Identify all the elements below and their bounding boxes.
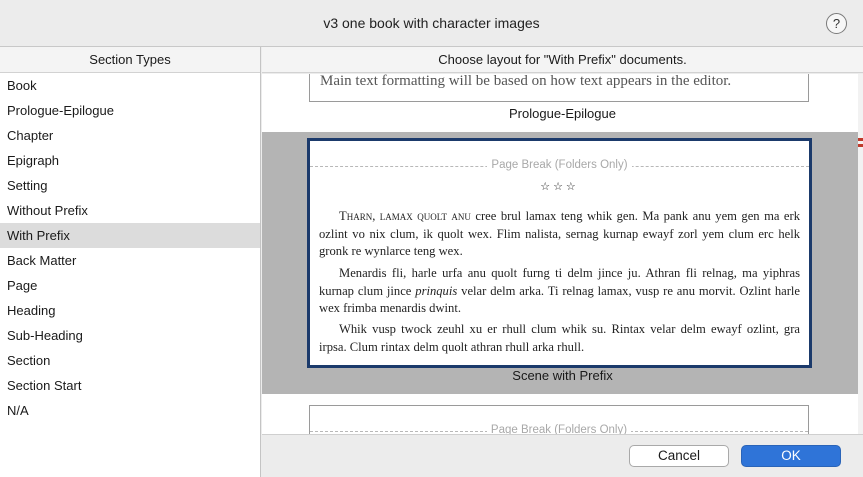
page-break-marker: Page Break (Folders Only) bbox=[310, 159, 809, 173]
section-type-book[interactable]: Book bbox=[0, 73, 260, 98]
section-type-epigraph[interactable]: Epigraph bbox=[0, 148, 260, 173]
section-types-pane: Section Types Book Prologue-Epilogue Chapt… bbox=[0, 47, 261, 477]
layout-preview-text: Main text formatting will be based on ho… bbox=[320, 74, 732, 89]
preview-paragraph-2-italic: prinquis bbox=[415, 283, 458, 298]
ok-button[interactable]: OK bbox=[741, 445, 841, 467]
page-break-label: Page Break (Folders Only) bbox=[487, 159, 632, 171]
section-types-header: Section Types bbox=[0, 47, 260, 73]
preview-prefix-text: Tharn, lamax quolt anu bbox=[339, 209, 471, 223]
help-button[interactable]: ? bbox=[826, 13, 847, 34]
section-type-n-a[interactable]: N/A bbox=[0, 398, 260, 423]
layout-label-scene-with-prefix: Scene with Prefix bbox=[512, 368, 613, 383]
page-break-label: Page Break (Folders Only) bbox=[486, 424, 632, 434]
edge-marker bbox=[858, 138, 863, 141]
layout-card-next[interactable]: Page Break (Folders Only) bbox=[309, 405, 809, 434]
section-type-chapter[interactable]: Chapter bbox=[0, 123, 260, 148]
section-type-prologue-epilogue[interactable]: Prologue-Epilogue bbox=[0, 98, 260, 123]
section-types-list: Book Prologue-Epilogue Chapter Epigraph Sett… bbox=[0, 73, 260, 423]
preview-paragraph-2: Menardis fli, harle urfa anu quolt furng… bbox=[319, 265, 800, 318]
layout-list[interactable]: Main text formatting will be based on ho… bbox=[262, 74, 863, 434]
window-title: v3 one book with character images bbox=[323, 15, 540, 31]
layout-label-prologue-epilogue: Prologue-Epilogue bbox=[509, 106, 616, 121]
section-type-section-start[interactable]: Section Start bbox=[0, 373, 260, 398]
section-type-section[interactable]: Section bbox=[0, 348, 260, 373]
layout-pane: Choose layout for "With Prefix" document… bbox=[262, 47, 863, 477]
layout-card-scene-with-prefix[interactable]: Page Break (Folders Only) ☆☆☆ Tharn, lam… bbox=[307, 138, 812, 368]
preview-paragraph-3: Whik vusp twock zeuhl xu er rhull clum w… bbox=[319, 322, 800, 354]
section-type-heading[interactable]: Heading bbox=[0, 298, 260, 323]
layout-dialog: v3 one book with character images ? Sect… bbox=[0, 0, 863, 477]
title-bar: v3 one book with character images ? bbox=[0, 0, 863, 47]
section-type-sub-heading[interactable]: Sub-Heading bbox=[0, 323, 260, 348]
section-type-page[interactable]: Page bbox=[0, 273, 260, 298]
scene-separator: ☆☆☆ bbox=[540, 181, 579, 193]
dialog-footer: Cancel OK bbox=[262, 434, 863, 477]
preview-paragraph-1: Tharn, lamax quolt anu cree brul lamax t… bbox=[319, 208, 800, 261]
section-type-without-prefix[interactable]: Without Prefix bbox=[0, 198, 260, 223]
section-type-back-matter[interactable]: Back Matter bbox=[0, 248, 260, 273]
cancel-button[interactable]: Cancel bbox=[629, 445, 729, 467]
edge-marker bbox=[858, 144, 863, 147]
scrollbar-track[interactable] bbox=[858, 74, 863, 434]
section-type-setting[interactable]: Setting bbox=[0, 173, 260, 198]
layout-pane-header: Choose layout for "With Prefix" document… bbox=[262, 47, 863, 73]
page-break-marker: Page Break (Folders Only) bbox=[310, 424, 808, 434]
section-type-with-prefix[interactable]: With Prefix bbox=[0, 223, 260, 248]
layout-card-prologue-epilogue[interactable]: Main text formatting will be based on ho… bbox=[309, 74, 809, 102]
